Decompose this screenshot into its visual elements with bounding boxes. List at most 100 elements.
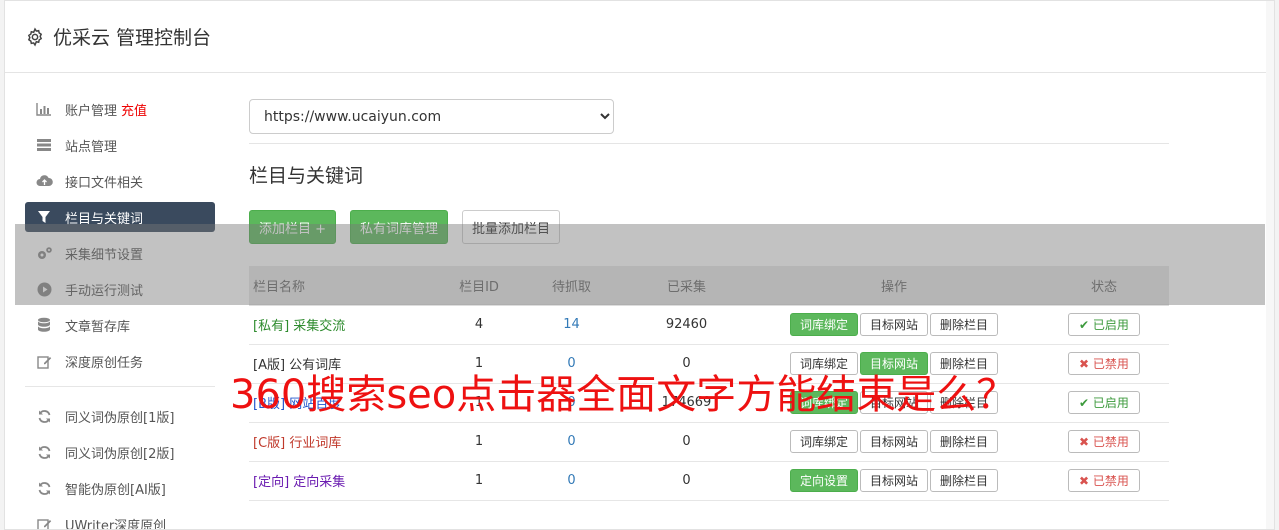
private-lib-button[interactable]: 私有词库管理 xyxy=(350,210,449,244)
add-column-button[interactable]: 添加栏目 + xyxy=(249,210,337,244)
sidebar-item-interface[interactable]: 接口文件相关 xyxy=(25,166,215,196)
app-window: 优采云 管理控制台 账户管理 充值 站点管理 接口文件相关 栏目与关键词 采集细… xyxy=(4,0,1275,530)
sidebar-item-account[interactable]: 账户管理 充值 xyxy=(25,94,215,124)
column-name[interactable]: [私有] 采集交流 xyxy=(249,305,439,345)
sidebar-item-synonym-v1[interactable]: 同义词伪原创[1版] xyxy=(25,401,215,431)
sidebar-item-label: 站点管理 xyxy=(65,139,118,155)
column-id: 1 xyxy=(439,383,519,423)
batch-add-column-button[interactable]: 批量添加栏目 xyxy=(462,210,561,244)
page-title: 优采云 管理控制台 xyxy=(53,27,212,49)
divider xyxy=(249,143,1169,144)
status-cell: ✖ 已禁用 xyxy=(1039,344,1169,384)
status-toggle-button[interactable]: ✖ 已禁用 xyxy=(1068,352,1140,375)
cross-icon: ✖ xyxy=(1079,474,1093,488)
sidebar-item-label: 接口文件相关 xyxy=(65,175,144,191)
bind-lib-button[interactable]: 词库绑定 xyxy=(789,391,858,414)
server-icon xyxy=(35,137,53,153)
bar-chart-icon xyxy=(35,101,53,117)
refresh-icon xyxy=(35,480,53,496)
sidebar-item-label: 同义词伪原创[2版] xyxy=(65,446,175,462)
col-header-id: 栏目ID xyxy=(439,266,519,306)
status-label: 已禁用 xyxy=(1092,357,1129,371)
sidebar-item-collect-settings[interactable]: 采集细节设置 xyxy=(25,238,215,268)
delete-column-button[interactable]: 删除栏目 xyxy=(930,391,999,414)
sidebar-item-label: 深度原创任务 xyxy=(65,355,144,371)
bind-lib-button[interactable]: 词库绑定 xyxy=(789,352,858,375)
status-toggle-button[interactable]: ✖ 已禁用 xyxy=(1068,469,1140,492)
cross-icon: ✖ xyxy=(1079,357,1093,371)
col-header-collected: 已采集 xyxy=(624,266,749,306)
target-site-button[interactable]: 目标网站 xyxy=(859,391,928,414)
check-icon: ✔ xyxy=(1079,396,1093,410)
column-name[interactable]: [A版] 公有词库 xyxy=(249,344,439,384)
pending-count[interactable]: 0 xyxy=(519,422,624,462)
collected-count: 0 xyxy=(624,344,749,384)
edit-icon xyxy=(35,353,53,369)
target-site-button[interactable]: 目标网站 xyxy=(859,469,928,492)
delete-column-button[interactable]: 删除栏目 xyxy=(930,313,999,337)
column-name[interactable]: [C版] 行业词库 xyxy=(249,422,439,462)
gear-icon xyxy=(27,27,43,46)
table-row: [定向] 定向采集 1 0 0 定向设置 目标网站 删除栏目 ✖ 已禁用 xyxy=(249,461,1169,501)
status-label: 已启用 xyxy=(1092,318,1129,333)
database-icon xyxy=(35,317,53,333)
col-header-actions: 操作 xyxy=(749,266,1039,306)
bind-lib-button[interactable]: 词库绑定 xyxy=(789,313,858,337)
col-header-name: 栏目名称 xyxy=(249,266,439,306)
bind-lib-button[interactable]: 词库绑定 xyxy=(789,430,858,453)
table-row: [A版] 公有词库 1 0 0 词库绑定 目标网站 删除栏目 ✖ 已禁用 xyxy=(249,344,1169,384)
delete-column-button[interactable]: 删除栏目 xyxy=(930,430,999,453)
status-toggle-button[interactable]: ✔ 已启用 xyxy=(1068,391,1140,414)
sidebar-divider xyxy=(25,386,215,387)
recharge-link[interactable]: 充值 xyxy=(121,100,147,119)
delete-column-button[interactable]: 删除栏目 xyxy=(930,352,999,375)
collected-count: 0 xyxy=(624,422,749,462)
scrollbar[interactable] xyxy=(1266,1,1274,529)
status-cell: ✖ 已禁用 xyxy=(1039,422,1169,462)
target-site-button[interactable]: 目标网站 xyxy=(859,352,928,375)
collected-count: 92460 xyxy=(624,305,749,345)
pending-count[interactable]: 0 xyxy=(519,344,624,384)
target-site-button[interactable]: 目标网站 xyxy=(859,430,928,453)
sidebar-item-uwriter[interactable]: UWriter深度原创 xyxy=(25,509,215,529)
pending-count[interactable]: 0 xyxy=(519,461,624,501)
sidebar-item-ai-rewrite[interactable]: 智能伪原创[AI版] xyxy=(25,473,215,503)
target-site-button[interactable]: 目标网站 xyxy=(859,313,928,337)
sidebar-item-sites[interactable]: 站点管理 xyxy=(25,130,215,160)
sidebar-item-label: 文章暂存库 xyxy=(65,319,131,335)
sidebar-item-label: 手动运行测试 xyxy=(65,283,144,299)
status-toggle-button[interactable]: ✔ 已启用 xyxy=(1068,313,1140,337)
section-title: 栏目与关键词 xyxy=(249,165,364,187)
bind-lib-button[interactable]: 定向设置 xyxy=(789,469,858,492)
status-cell: ✔ 已启用 xyxy=(1039,383,1169,423)
column-id: 4 xyxy=(439,305,519,345)
pending-count[interactable]: 14 xyxy=(519,305,624,345)
table-header-row: 栏目名称 栏目ID 待抓取 已采集 操作 状态 xyxy=(249,266,1169,306)
header-bar: 优采云 管理控制台 xyxy=(5,1,1274,73)
cross-icon: ✖ xyxy=(1079,435,1093,449)
pending-count[interactable]: 0 xyxy=(519,383,624,423)
actions-cell: 词库绑定 目标网站 删除栏目 xyxy=(749,422,1039,462)
site-select[interactable]: https://www.ucaiyun.com xyxy=(249,99,614,134)
column-name[interactable]: [B版] 网站百度 xyxy=(249,383,439,423)
status-cell: ✖ 已禁用 xyxy=(1039,461,1169,501)
table-body: [私有] 采集交流 4 14 92460 词库绑定 目标网站 删除栏目 ✔ 已启用 [A版] 公… xyxy=(249,305,1169,501)
sidebar-item-manual-run[interactable]: 手动运行测试 xyxy=(25,274,215,304)
actions-cell: 定向设置 目标网站 删除栏目 xyxy=(749,461,1039,501)
sidebar-item-article-storage[interactable]: 文章暂存库 xyxy=(25,310,215,340)
collected-count: 174669 xyxy=(624,383,749,423)
table-row: [B版] 网站百度 1 0 174669 词库绑定 目标网站 删除栏目 ✔ 已启用 xyxy=(249,383,1169,423)
gears-icon xyxy=(35,245,53,261)
sidebar-item-deep-original[interactable]: 深度原创任务 xyxy=(25,346,215,376)
actions-cell: 词库绑定 目标网站 删除栏目 xyxy=(749,383,1039,423)
col-header-status: 状态 xyxy=(1039,266,1169,306)
refresh-icon xyxy=(35,444,53,460)
col-header-pending: 待抓取 xyxy=(519,266,624,306)
column-name[interactable]: [定向] 定向采集 xyxy=(249,461,439,501)
status-toggle-button[interactable]: ✖ 已禁用 xyxy=(1068,430,1140,453)
sidebar-item-synonym-v2[interactable]: 同义词伪原创[2版] xyxy=(25,437,215,467)
sidebar-item-columns[interactable]: 栏目与关键词 xyxy=(25,202,215,232)
refresh-icon xyxy=(35,408,53,424)
cloud-upload-icon xyxy=(35,173,53,189)
delete-column-button[interactable]: 删除栏目 xyxy=(930,469,999,492)
